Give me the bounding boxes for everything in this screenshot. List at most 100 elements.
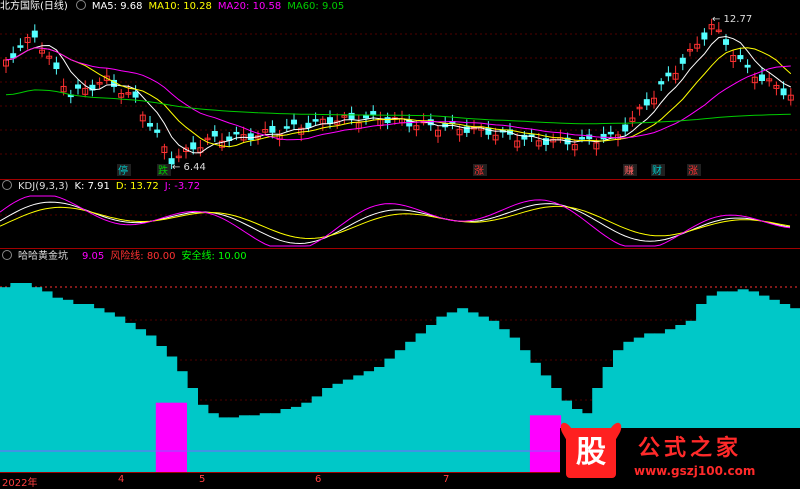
watermark-url: www.gszj100.com bbox=[634, 464, 756, 478]
candle-body bbox=[305, 122, 312, 129]
indicator-area-bar bbox=[228, 417, 240, 472]
candle-body bbox=[370, 111, 377, 115]
kdj-title: KDJ(9,3,3) bbox=[18, 181, 69, 192]
candle-body bbox=[53, 62, 60, 70]
indicator-area-bar bbox=[187, 388, 198, 472]
candle-body bbox=[780, 88, 787, 96]
golden-pit-bar bbox=[155, 402, 187, 472]
indicator-area-bar bbox=[41, 291, 53, 472]
candle-body bbox=[759, 74, 765, 81]
signal-marker: 涨 bbox=[474, 165, 484, 177]
candle-body bbox=[744, 64, 751, 68]
candle-body bbox=[622, 124, 629, 132]
candle-body bbox=[658, 81, 665, 85]
candle-body bbox=[269, 126, 276, 133]
candle-body bbox=[723, 39, 729, 45]
signal-marker: 停 bbox=[118, 164, 128, 177]
price-header: 北方国际(日线) MA5: 9.68 MA10: 10.28 MA20: 10.58 M… bbox=[0, 0, 350, 14]
candle-body bbox=[247, 133, 254, 141]
signal-marker: 跌 bbox=[158, 164, 168, 177]
x-tick-4: 7 bbox=[443, 474, 450, 485]
kdj-d-line bbox=[0, 205, 791, 240]
site-watermark: 股 公式之家 www.gszj100.com bbox=[560, 428, 800, 487]
indicator-area-bar bbox=[467, 312, 479, 472]
candle-body bbox=[327, 117, 333, 125]
indicator-area-bar bbox=[488, 320, 500, 472]
indicator-area-bar bbox=[353, 375, 365, 472]
candle-body bbox=[233, 131, 240, 135]
indicator-title: 哈哈黄金坑 bbox=[18, 251, 68, 262]
kdj-settings-icon[interactable] bbox=[2, 180, 12, 190]
signal-marker: 涨 bbox=[688, 165, 698, 177]
x-tick-2: 5 bbox=[199, 474, 206, 485]
candle-body bbox=[291, 119, 297, 125]
low-price-label: ← 6.44 bbox=[172, 162, 206, 173]
indicator-area-bar bbox=[218, 417, 230, 472]
indicator-area-bar bbox=[31, 287, 43, 472]
golden-pit-bar bbox=[529, 415, 562, 472]
candle-body bbox=[737, 55, 744, 60]
candle-body bbox=[31, 30, 38, 38]
indicator-area-bar bbox=[425, 325, 437, 472]
settings-icon[interactable] bbox=[75, 0, 86, 10]
candle-body bbox=[643, 99, 650, 106]
indicator-area-bar bbox=[0, 287, 11, 472]
indicator-area-bar bbox=[519, 350, 531, 472]
indicator-area-bar bbox=[509, 337, 521, 472]
candle-body bbox=[10, 53, 17, 59]
indicator-area-bar bbox=[322, 388, 334, 472]
indicator-area-bar bbox=[280, 409, 292, 472]
logo-icon: 股 bbox=[566, 428, 616, 478]
indicator-area-bar bbox=[457, 308, 469, 472]
candle-body bbox=[348, 112, 355, 120]
indicator-area-bar bbox=[405, 341, 417, 472]
candle-body bbox=[283, 126, 290, 129]
candle-body bbox=[17, 45, 24, 48]
candle-body bbox=[211, 131, 218, 137]
indicator-area-bar bbox=[477, 316, 489, 472]
indicator-area-bar bbox=[290, 406, 302, 472]
watermark-logo-text: 公式之家 bbox=[638, 436, 743, 461]
safe-line-label: 安全线: 10.00 bbox=[181, 251, 247, 262]
indicator-area-bar bbox=[394, 350, 406, 472]
x-tick-3: 6 bbox=[315, 474, 322, 485]
candle-body bbox=[607, 131, 614, 135]
indicator-area-bar bbox=[83, 304, 95, 472]
indicator-area-bar bbox=[20, 283, 32, 472]
indicator-area-bar bbox=[145, 335, 157, 472]
indicator-area-bar bbox=[207, 413, 219, 472]
candle-body bbox=[132, 91, 139, 98]
signal-marker: 赚 bbox=[624, 164, 634, 177]
kdj-d-label: D: 13.72 bbox=[115, 181, 159, 192]
indicator-area-bar bbox=[238, 415, 250, 472]
ma5-label: MA5: 9.68 bbox=[91, 1, 143, 12]
candle-body bbox=[312, 119, 319, 122]
candle-body bbox=[579, 137, 585, 140]
ma60-label: MA60: 9.05 bbox=[287, 1, 345, 12]
indicator-area-bar bbox=[311, 396, 323, 472]
signal-marker: 财 bbox=[652, 164, 662, 177]
indicator-area-bar bbox=[72, 304, 84, 472]
indicator-area-bar bbox=[114, 316, 126, 472]
indicator-area-bar bbox=[374, 367, 386, 472]
indicator-area-bar bbox=[332, 383, 344, 472]
candle-body bbox=[384, 117, 391, 124]
indicator-area-bar bbox=[51, 297, 63, 472]
indicator-area-bar bbox=[259, 413, 271, 472]
stock-chart[interactable]: ← 12.77 ← 6.44 停 跌 涨 赚 财 涨 bbox=[0, 0, 800, 487]
candle-body bbox=[75, 84, 81, 89]
indicator-area-bar bbox=[62, 299, 74, 472]
indicator-value: 9.05 bbox=[82, 251, 105, 262]
candle-body bbox=[665, 72, 672, 77]
indicator-area-bar bbox=[93, 308, 105, 472]
indicator-area-bar bbox=[342, 379, 354, 472]
indicator-area-bar bbox=[436, 316, 448, 472]
indicator-area-bar bbox=[197, 404, 209, 472]
indicator-area-bar bbox=[270, 413, 282, 472]
indicator-area-bar bbox=[446, 312, 458, 472]
indicator-area-bar bbox=[249, 415, 261, 472]
kdj-k-label: K: 7.91 bbox=[74, 181, 110, 192]
candle-body bbox=[701, 32, 708, 40]
indicator-area-bar bbox=[103, 312, 115, 472]
indicator-settings-icon[interactable] bbox=[2, 250, 12, 260]
